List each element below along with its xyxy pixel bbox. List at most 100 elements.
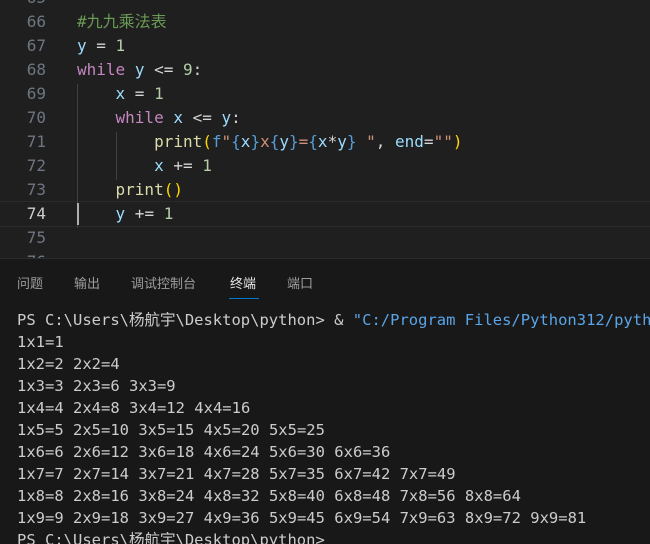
active-tab-indicator xyxy=(229,298,259,299)
code-text: print() xyxy=(77,178,183,202)
code-token: "" xyxy=(433,132,453,151)
terminal-call-operator: & xyxy=(334,311,353,329)
code-token: : xyxy=(231,108,241,127)
code-token: x xyxy=(317,132,328,151)
code-token: : xyxy=(192,60,203,79)
line-number: 76 xyxy=(0,250,46,258)
code-token: f xyxy=(211,132,222,151)
code-token: y xyxy=(221,108,232,127)
terminal-output-line: 1x9=9 2x9=18 3x9=27 4x9=36 5x9=45 6x9=54… xyxy=(17,509,587,527)
code-token: print xyxy=(115,180,164,199)
code-token: x xyxy=(173,108,183,127)
terminal-output-line: 1x1=1 xyxy=(17,333,64,351)
line-number: 69 xyxy=(26,84,46,103)
code-token: = xyxy=(86,36,116,55)
line-number: 71 xyxy=(26,132,46,151)
code-token: #九九乘法表 xyxy=(77,12,167,31)
code-token: <= xyxy=(144,60,183,79)
panel-tab-bar: 问题 输出 调试控制台 终端 端口 xyxy=(0,259,650,305)
tab-debug-console[interactable]: 调试控制台 xyxy=(131,273,196,292)
tab-terminal[interactable]: 终端 xyxy=(230,273,256,292)
line-number: 65 xyxy=(0,0,46,10)
code-line[interactable]: 66 #九九乘法表 xyxy=(0,10,650,34)
terminal[interactable]: PS C:\Users\杨航宇\Desktop\python> & "C:/Pr… xyxy=(0,305,650,544)
code-line[interactable]: 68 while y <= 9: xyxy=(0,58,650,82)
code-token: = xyxy=(125,84,155,103)
code-token: y xyxy=(115,204,126,223)
bottom-panel: 问题 输出 调试控制台 终端 端口 PS C:\Users\杨航宇\Deskto… xyxy=(0,258,650,544)
code-line[interactable]: 67 y = 1 xyxy=(0,34,650,58)
code-text: x += 1 xyxy=(77,154,212,178)
code-line[interactable]: 75 xyxy=(0,226,650,250)
code-token: y xyxy=(77,36,87,55)
code-token: end xyxy=(395,132,424,151)
indent-guide xyxy=(116,132,117,180)
code-text: y = 1 xyxy=(77,34,125,58)
code-line[interactable]: 70 while x <= y: xyxy=(0,106,650,130)
terminal-output-line: 1x8=8 2x8=16 3x8=24 4x8=32 5x8=40 6x8=48… xyxy=(17,487,521,505)
line-number: 70 xyxy=(26,108,46,127)
code-line[interactable]: 73 print() xyxy=(0,178,650,202)
code-token: * xyxy=(327,132,338,151)
terminal-prompt: PS C:\Users\杨航宇\Desktop\python> xyxy=(17,311,335,329)
line-number: 68 xyxy=(26,60,46,79)
code-token: x xyxy=(240,132,251,151)
code-text: print(f"{x}x{y}={x*y} ", end="") xyxy=(77,130,462,154)
code-line[interactable]: 74 y += 1 xyxy=(0,201,650,227)
code-line[interactable]: 65 xyxy=(0,0,650,10)
code-token: += xyxy=(125,204,164,223)
terminal-output-line: 1x5=5 2x5=10 3x5=15 4x5=20 5x5=25 xyxy=(17,421,325,439)
code-token: print xyxy=(154,132,203,151)
code-text: #九九乘法表 xyxy=(77,10,167,34)
terminal-output-line: 1x4=4 2x4=8 3x4=12 4x4=16 xyxy=(17,399,251,417)
code-line[interactable]: 71 print(f"{x}x{y}={x*y} ", end="") xyxy=(0,130,650,154)
line-number: 67 xyxy=(26,36,46,55)
code-token: " xyxy=(356,132,376,151)
code-token: y xyxy=(337,132,347,151)
line-number: 72 xyxy=(26,156,46,175)
code-token: x xyxy=(154,156,164,175)
terminal-output-line: 1x2=2 2x2=4 xyxy=(17,355,120,373)
line-number: 74 xyxy=(26,204,46,223)
line-number: 66 xyxy=(26,12,46,31)
code-token: () xyxy=(163,180,183,199)
code-line[interactable]: 69 x = 1 xyxy=(0,82,650,106)
terminal-command-line: PS C:\Users\杨航宇\Desktop\python> & "C:/Pr… xyxy=(17,309,650,331)
code-token: { xyxy=(231,132,241,151)
code-token: ( xyxy=(202,132,212,151)
code-token: while xyxy=(115,108,164,127)
code-text: y += 1 xyxy=(77,202,174,226)
code-token: y xyxy=(134,60,145,79)
code-token: 1 xyxy=(202,156,212,175)
code-token: , xyxy=(375,132,396,151)
code-token: x xyxy=(260,132,270,151)
terminal-python-path: "C:/Program Files/Python312/python.exe" xyxy=(352,311,650,329)
code-token: 1 xyxy=(154,84,164,103)
code-token: = xyxy=(298,132,309,151)
code-token: ) xyxy=(452,132,463,151)
code-token: 1 xyxy=(115,36,126,55)
tab-output[interactable]: 输出 xyxy=(74,273,100,292)
code-token: y xyxy=(279,132,289,151)
code-line[interactable]: 72 x += 1 xyxy=(0,154,650,178)
code-token: += xyxy=(163,156,203,175)
code-line[interactable]: 76 xyxy=(0,250,650,258)
code-text: while x <= y: xyxy=(77,106,241,130)
terminal-output-line: 1x6=6 2x6=12 3x6=18 4x6=24 5x6=30 6x6=36 xyxy=(17,443,391,461)
code-token: " xyxy=(221,132,232,151)
code-editor[interactable]: 767574 y += 173 print()72 x += 171 print… xyxy=(0,0,650,258)
code-token: <= xyxy=(182,108,222,127)
terminal-output-line: 1x3=3 2x3=6 3x3=9 xyxy=(17,377,176,395)
terminal-output-line: 1x7=7 2x7=14 3x7=21 4x7=28 5x7=35 6x7=42… xyxy=(17,465,456,483)
tab-ports[interactable]: 端口 xyxy=(287,273,313,292)
code-text: x = 1 xyxy=(77,82,164,106)
code-token: while xyxy=(77,60,126,79)
code-token: } xyxy=(250,132,261,151)
code-token: x xyxy=(115,84,126,103)
tab-problems[interactable]: 问题 xyxy=(17,273,43,292)
